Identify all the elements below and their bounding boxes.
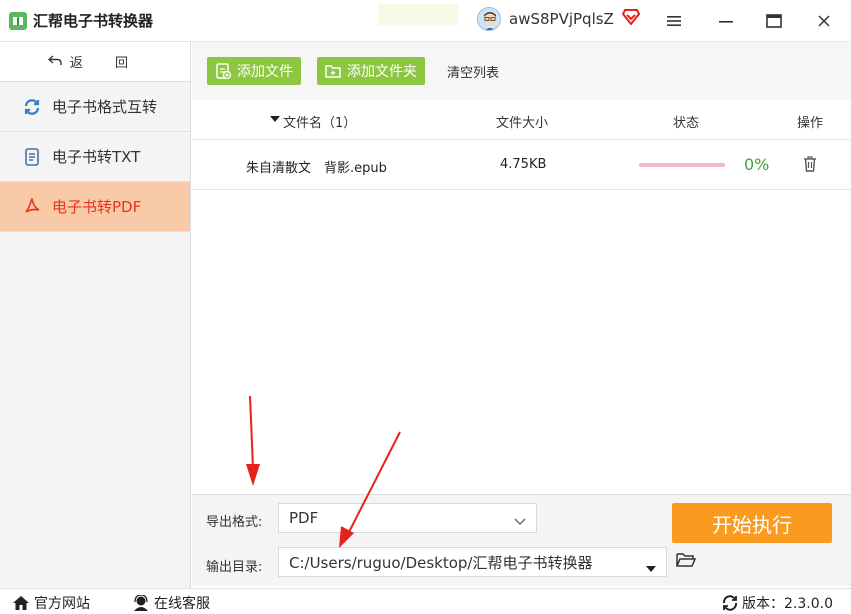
file-name: 朱自清散文 背影.epub [246, 161, 387, 176]
sort-caret-icon[interactable] [270, 112, 280, 127]
clear-list-button[interactable]: 清空列表 [447, 62, 499, 81]
output-settings: 导出格式: PDF 输出目录: C:/Users/ruguo/Desktop/汇… [192, 494, 851, 586]
username: awS8PVjPqlsZ [509, 10, 614, 28]
start-button[interactable]: 开始执行 [672, 503, 832, 543]
app-logo-icon [9, 11, 27, 30]
back-button[interactable]: 返 回 [0, 42, 190, 82]
minimize-icon[interactable] [714, 10, 738, 32]
main-panel: 添加文件 添加文件夹 清空列表 文件名（1） 文件大小 状态 操作 朱自清散文 … [192, 42, 851, 494]
avatar[interactable] [477, 7, 501, 31]
table-row[interactable]: 朱自清散文 背影.epub 4.75KB 0% [192, 140, 851, 190]
add-folder-icon [325, 63, 341, 79]
headset-icon [134, 595, 148, 611]
home-icon [13, 596, 29, 610]
trash-icon[interactable] [803, 156, 817, 176]
table-header: 文件名（1） 文件大小 状态 操作 [192, 100, 851, 140]
add-file-button[interactable]: 添加文件 [207, 57, 301, 85]
sidebar-item-format-convert[interactable]: 电子书格式互转 [0, 82, 190, 132]
website-label: 官方网站 [34, 596, 90, 612]
version-info[interactable]: 版本：2.3.0.0 [722, 593, 833, 613]
back-label: 返 回 [69, 56, 143, 71]
back-arrow-icon [47, 54, 62, 70]
sidebar-item-label: 电子书格式互转 [52, 98, 158, 116]
progress-bar [639, 163, 725, 167]
output-dir-value: C:/Users/ruguo/Desktop/汇帮电子书转换器 [289, 553, 593, 572]
add-folder-label: 添加文件夹 [347, 64, 417, 80]
update-icon [722, 595, 738, 611]
vip-diamond-icon[interactable] [621, 9, 641, 29]
format-select[interactable]: PDF [278, 503, 537, 533]
format-value: PDF [289, 509, 319, 527]
menu-icon[interactable] [662, 10, 686, 32]
format-label: 导出格式: [206, 515, 263, 530]
column-header-size: 文件大小 [496, 116, 549, 131]
toolbar: 添加文件 添加文件夹 清空列表 [192, 42, 851, 100]
document-icon [22, 147, 42, 167]
open-folder-icon[interactable] [676, 552, 697, 572]
support-label: 在线客服 [154, 596, 210, 612]
pdf-icon [22, 197, 42, 217]
app-title: 汇帮电子书转换器 [33, 12, 154, 30]
add-file-icon [215, 63, 231, 79]
refresh-icon [22, 97, 42, 117]
sidebar: 返 回 电子书格式互转 电子书转TXT 电子书转PDF [0, 42, 191, 588]
user-area[interactable]: awS8PVjPqlsZ [477, 7, 641, 31]
add-folder-button[interactable]: 添加文件夹 [317, 57, 425, 85]
sidebar-item-label: 电子书转TXT [52, 148, 141, 166]
maximize-icon[interactable] [762, 10, 786, 32]
column-header-action: 操作 [797, 116, 824, 131]
add-file-label: 添加文件 [237, 64, 293, 80]
column-header-status: 状态 [673, 116, 700, 131]
sidebar-item-to-txt[interactable]: 电子书转TXT [0, 132, 190, 182]
footer: 官方网站 在线客服 版本：2.3.0.0 [0, 588, 851, 614]
version-label: 版本：2.3.0.0 [742, 596, 833, 612]
sidebar-item-label: 电子书转PDF [52, 198, 142, 216]
website-link[interactable]: 官方网站 [12, 593, 90, 613]
support-link[interactable]: 在线客服 [132, 593, 210, 613]
chevron-down-icon [514, 512, 526, 530]
progress-percent: 0% [744, 155, 770, 174]
dropdown-triangle-icon [646, 559, 656, 577]
output-dir-select[interactable]: C:/Users/ruguo/Desktop/汇帮电子书转换器 [278, 547, 667, 577]
sidebar-item-to-pdf[interactable]: 电子书转PDF [0, 182, 190, 232]
file-size: 4.75KB [500, 157, 547, 172]
output-dir-label: 输出目录: [206, 560, 263, 575]
column-header-name[interactable]: 文件名（1） [283, 112, 356, 131]
close-icon[interactable] [812, 10, 836, 32]
title-banner-area [378, 4, 458, 26]
